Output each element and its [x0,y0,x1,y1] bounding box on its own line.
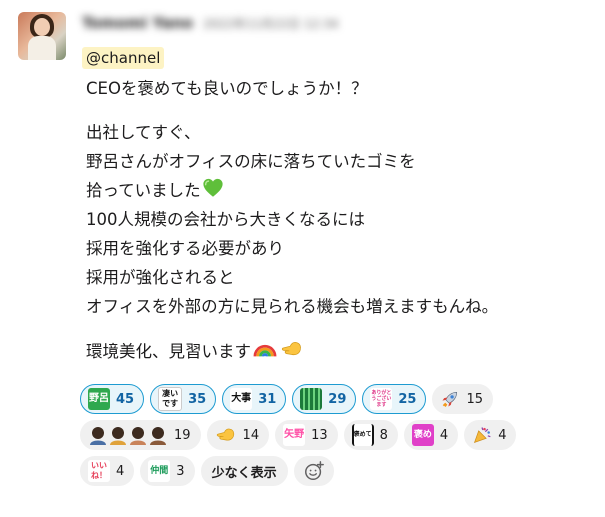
author-name[interactable]: Tomomi Yano [82,14,193,32]
reaction-pill[interactable]: ありがとうございます 25 [362,384,427,414]
message-timestamp[interactable]: 2022年11月22日 12:34 [203,15,338,32]
message-line: 100人規模の会社から大きくなるには [86,210,365,229]
reaction-count: 15 [466,391,484,407]
show-less-button[interactable]: 少なく表示 [200,456,288,486]
reaction-count: 35 [188,391,207,407]
message-line: CEOを褒めても良いのでしょうか！？ [86,79,368,98]
reaction-pill[interactable]: 29 [292,384,357,414]
reaction-count: 4 [116,463,125,479]
reaction-count: 25 [398,391,417,407]
message-line: オフィスを外部の方に見られる機会も増えますもんね。 [86,297,499,316]
message-line: 野呂さんがオフィスの床に落ちていたゴミを [86,152,416,171]
message-line-with-heart: 拾っていました [86,176,224,205]
message-line: 拾っていました [86,181,201,200]
message-line: 採用を強化する必要があり [86,239,284,258]
green-heart-icon [203,178,223,197]
reaction-pill[interactable]: 野呂 45 [80,384,145,414]
stamp-yagami-icon: 矢野 [283,424,306,446]
party-popper-icon [474,427,491,444]
reactions-row: 19 14 矢野 13 褒めて 8 褒め 4 4 [80,420,580,450]
stamp-green-icon [300,388,323,410]
stamp-iine-icon: いいね！ [88,460,110,482]
reaction-count: 45 [116,391,135,407]
message-header: Tomomi Yano 2022年11月22日 12:34 [82,12,339,34]
reaction-count: 31 [258,391,277,407]
reaction-pill[interactable]: 凄いです 35 [150,384,217,414]
message-line: 出社してすぐ、 [86,123,201,142]
rainbow-icon [253,344,277,357]
stamp-arigatou-icon: ありがとうございます [370,388,393,410]
reactions-row: いいね！ 4 仲間 3 少なく表示 [80,456,580,486]
stamp-daiji-icon: 大事 [230,388,253,410]
reaction-pill[interactable]: 褒め 4 [403,420,459,450]
reaction-count: 8 [379,427,388,443]
reaction-pill[interactable]: 褒めて 8 [343,420,398,450]
stamp-sugoi-desu-icon: 凄いです [158,387,183,411]
reaction-pill[interactable]: 14 [206,420,270,450]
reaction-count: 13 [311,427,328,443]
user-avatar[interactable] [18,12,66,60]
reaction-pill[interactable]: 矢野 13 [275,420,338,450]
message-line-with-emoji: 環境美化、見習います [86,337,305,366]
reaction-count: 4 [439,427,449,443]
reaction-count: 29 [328,391,347,407]
bowing-people-icon [90,427,166,445]
pointing-hand-icon [216,428,234,441]
add-emoji-icon [304,461,324,480]
avatar-face [34,18,50,36]
rocket-icon [442,391,458,407]
reaction-count: 14 [242,427,260,443]
reaction-pill[interactable]: 仲間 3 [140,456,195,486]
reaction-pill[interactable]: 4 [464,420,517,450]
channel-mention[interactable]: @channel [82,47,165,69]
reaction-count: 19 [174,427,191,443]
stamp-nakama-icon: 仲間 [148,460,171,482]
pointing-hand-icon [281,341,301,356]
reactions-row: 野呂 45 凄いです 35 大事 31 29 ありがとうございます 25 15 [80,384,580,414]
stamp-noro-icon: 野呂 [88,388,110,410]
reaction-pill[interactable]: 大事 31 [222,384,287,414]
reactions-bar: 野呂 45 凄いです 35 大事 31 29 ありがとうございます 25 15 [80,384,580,492]
avatar-body [28,36,56,60]
reaction-count: 3 [176,463,185,479]
reaction-count: 4 [498,427,507,443]
stamp-home-icon: 褒め [411,424,434,446]
message: Tomomi Yano 2022年11月22日 12:34 @channel C… [0,0,605,517]
message-line: 採用が強化されると [86,268,235,287]
stamp-homete-icon: 褒めて [351,424,374,446]
add-reaction-button[interactable] [293,456,334,486]
reaction-pill[interactable]: 19 [80,420,201,450]
reaction-pill[interactable]: 15 [432,384,494,414]
message-line: 環境美化、見習います [86,342,251,361]
reaction-pill[interactable]: いいね！ 4 [80,456,135,486]
